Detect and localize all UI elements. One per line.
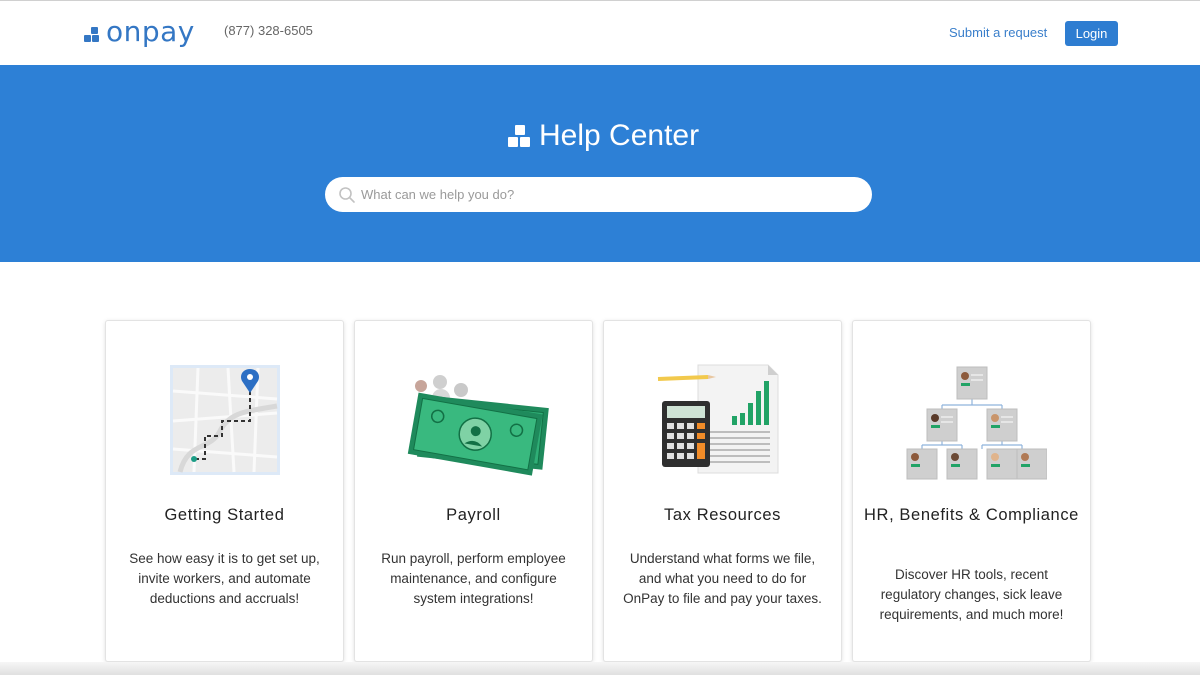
- card-description: Run payroll, perform employee maintenanc…: [381, 551, 566, 606]
- help-center-blocks-icon: [508, 124, 532, 148]
- site-header: onpay (877) 328-6505 Submit a request Lo…: [0, 0, 1200, 65]
- page-bottom-edge: [0, 662, 1200, 675]
- search-icon: [339, 186, 355, 203]
- onpay-logo[interactable]: onpay: [84, 17, 195, 47]
- org-chart-icon: [906, 366, 1047, 480]
- submit-request-link[interactable]: Submit a request: [949, 25, 1047, 40]
- card-title: Tax Resources: [664, 506, 781, 524]
- card-hr-benefits-compliance[interactable]: HR, Benefits & Compliance Discover HR to…: [852, 320, 1091, 662]
- logo-blocks-icon: [84, 21, 104, 43]
- login-button[interactable]: Login: [1065, 21, 1118, 46]
- card-payroll[interactable]: Payroll Run payroll, perform employee ma…: [354, 320, 593, 662]
- map-route-icon: [169, 365, 280, 475]
- hero-banner: Help Center: [0, 65, 1200, 262]
- card-description: Understand what forms we file, and what …: [623, 551, 822, 606]
- page-title: Help Center: [539, 119, 700, 152]
- card-tax-resources[interactable]: Tax Resources Understand what forms we f…: [603, 320, 842, 662]
- card-getting-started[interactable]: Getting Started See how easy it is to ge…: [105, 320, 344, 662]
- search-input[interactable]: [361, 187, 841, 202]
- phone-number: (877) 328-6505: [224, 23, 313, 38]
- calculator-document-icon: [657, 364, 778, 474]
- card-description: See how easy it is to get set up, invite…: [129, 551, 320, 606]
- card-description: Discover HR tools, recent regulatory cha…: [879, 567, 1064, 622]
- card-title: HR, Benefits & Compliance: [864, 506, 1079, 524]
- card-title: Payroll: [446, 506, 501, 524]
- search-bar[interactable]: [325, 177, 872, 212]
- logo-text: onpay: [106, 15, 195, 48]
- help-center-heading: Help Center: [508, 119, 699, 153]
- money-icon: [407, 375, 549, 476]
- card-title: Getting Started: [164, 506, 285, 524]
